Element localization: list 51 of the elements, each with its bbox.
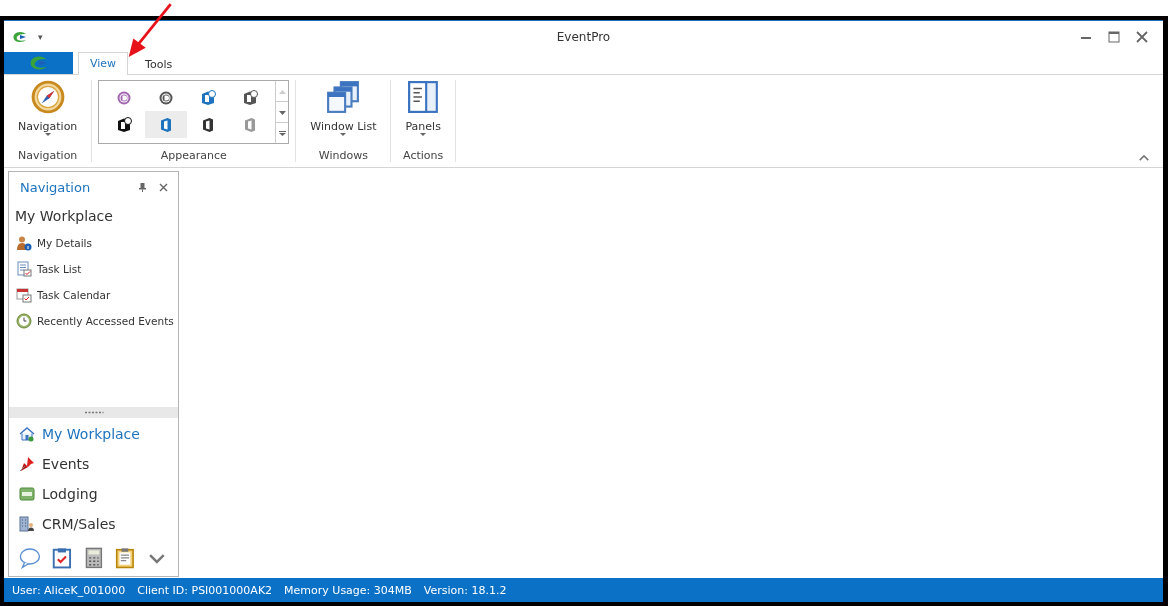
nav-link[interactable]: Task Calendar: [16, 285, 178, 305]
person-icon: [16, 235, 32, 251]
panel-icon: [406, 80, 441, 114]
calendar-icon: [16, 287, 32, 303]
ribbon-button[interactable]: Window List: [302, 80, 385, 147]
house-icon: [19, 426, 35, 443]
nav-link[interactable]: Task List: [16, 259, 178, 279]
nav-group[interactable]: CRM/Sales: [19, 516, 178, 533]
close-icon[interactable]: [159, 183, 168, 192]
pushpin-icon: [19, 456, 35, 473]
group-label: Navigation: [18, 149, 78, 162]
nav-group[interactable]: Events: [19, 456, 178, 473]
section-title: My Workplace: [14, 207, 114, 224]
gallery-expand-icon[interactable]: [278, 130, 286, 136]
window-title: EventPro: [556, 29, 611, 44]
status-text: Memory Usage: 304MB: [284, 583, 412, 597]
collapse-ribbon-icon[interactable]: [1139, 155, 1149, 161]
nav-group[interactable]: Lodging: [19, 486, 178, 503]
document-list-icon: [16, 261, 32, 277]
bed-icon: [19, 486, 35, 503]
panel-title: Navigation: [20, 180, 92, 195]
maximize-icon[interactable]: [1107, 29, 1121, 44]
caret-icon: [420, 133, 427, 136]
clipboard-icon[interactable]: [50, 547, 73, 569]
grip-icon: [83, 411, 104, 415]
notepad-icon[interactable]: [114, 547, 137, 569]
status-text: Client ID: PSI001000AK2: [137, 583, 273, 597]
speech-bubble-icon[interactable]: [19, 547, 41, 569]
group-label: Actions: [403, 149, 444, 162]
close-icon[interactable]: [1135, 29, 1149, 44]
compass-icon: [30, 80, 65, 114]
caret-icon: [340, 133, 347, 136]
ribbon-tab[interactable]: Tools: [133, 53, 185, 75]
group-label: Windows: [318, 149, 368, 162]
caret-icon: [44, 133, 51, 136]
ribbon-tab[interactable]: View: [78, 52, 129, 75]
app-logo-icon: [12, 29, 28, 44]
nav-link[interactable]: Recently Accessed Events: [16, 311, 178, 331]
nav-group[interactable]: My Workplace: [19, 426, 178, 443]
building-person-icon: [19, 516, 35, 533]
nav-link[interactable]: My Details: [16, 233, 178, 253]
scroll-down-icon[interactable]: [278, 109, 286, 115]
clock-icon: [16, 313, 32, 329]
pin-icon[interactable]: [138, 183, 147, 192]
status-text: User: AliceK_001000: [12, 583, 126, 597]
group-label: Appearance: [160, 149, 227, 162]
ribbon-button[interactable]: Panels: [397, 80, 449, 147]
ribbon-button[interactable]: Navigation: [10, 80, 86, 147]
stacked-windows-icon: [326, 80, 361, 114]
status-text: Version: 18.1.2: [423, 583, 507, 597]
quick-access-dropdown[interactable]: ▾: [38, 31, 43, 42]
